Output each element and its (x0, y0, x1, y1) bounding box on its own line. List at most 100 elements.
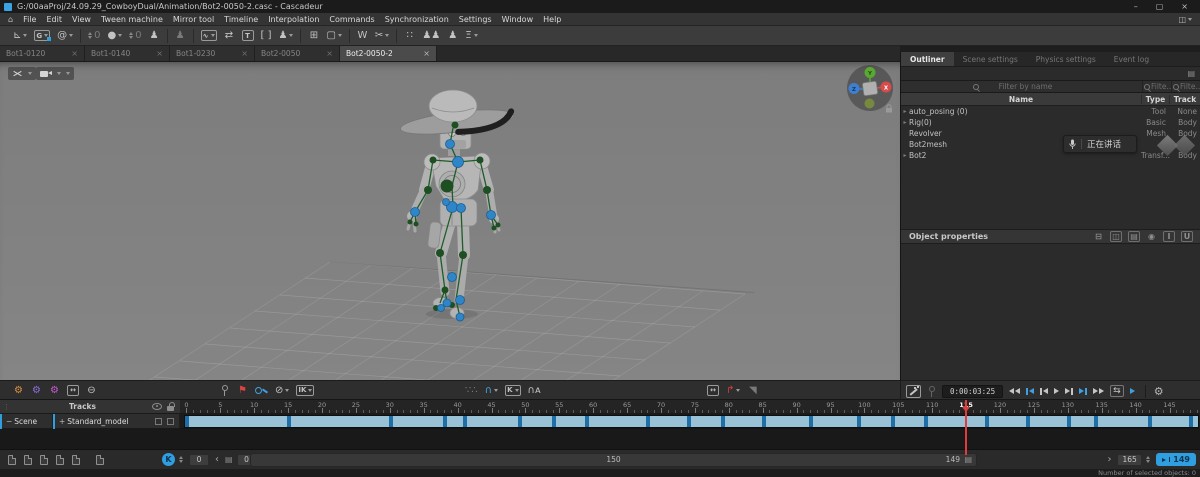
keyframe-marker[interactable] (761, 416, 766, 427)
auto-posing-tool-icon[interactable]: @ (57, 29, 74, 43)
menu-edit[interactable]: Edit (46, 15, 62, 24)
info-mode-icon[interactable]: I (1163, 231, 1175, 242)
close-tab-icon[interactable]: × (423, 49, 430, 58)
column-track[interactable]: Track (1169, 94, 1200, 104)
dropdown-arrow-icon[interactable] (494, 388, 499, 392)
physics-gear-orange-icon[interactable]: ⚙ (13, 383, 24, 397)
menu-settings[interactable]: Settings (459, 15, 492, 24)
keyframe-marker[interactable] (551, 416, 556, 427)
expand-arrow-icon[interactable]: ▸ (901, 152, 909, 159)
previous-frame-button[interactable] (1040, 387, 1049, 395)
pin-keyframe-icon[interactable] (219, 383, 230, 397)
collapse-panel-icon[interactable]: ⊟ (1093, 231, 1104, 242)
keyframe-marker[interactable] (388, 416, 393, 427)
column-type[interactable]: Type (1141, 94, 1169, 104)
document-tab[interactable]: Bot2-0050-2 × (340, 46, 437, 61)
trajectory-path-icon[interactable]: ↱ (726, 383, 741, 397)
character-bust-icon[interactable]: ♟ (149, 29, 160, 43)
menu-mirror-tool[interactable]: Mirror tool (173, 15, 214, 24)
keyframe-k-badge[interactable]: K (162, 453, 175, 466)
cut-tool-button[interactable] (8, 67, 36, 80)
outliner-row[interactable]: ▸ auto_posing (0) Tool None (901, 106, 1200, 117)
close-tab-icon[interactable]: × (326, 49, 333, 58)
next-keyframe-button[interactable] (1079, 387, 1088, 395)
play-from-start-button[interactable] (1129, 388, 1135, 394)
keyframe-marker[interactable] (856, 416, 861, 427)
maximize-button[interactable]: ▢ (1156, 2, 1164, 11)
character-half-icon[interactable]: ♟ (175, 29, 186, 43)
menu-timeline[interactable]: Timeline (224, 15, 258, 24)
document-tab[interactable]: Bot2-0050 × (255, 46, 340, 61)
keyframe-marker[interactable] (585, 416, 590, 427)
dropdown-arrow-icon[interactable] (736, 388, 741, 392)
split-view-icon[interactable]: ◫ (1110, 231, 1122, 242)
timeline-ruler[interactable]: 0 5 10 15 20 25 30 35 40 45 50 55 60 65 70 75 80 85 90 95 10… (180, 400, 1200, 414)
size-stepper[interactable]: 0 (129, 29, 142, 43)
dropdown-arrow-icon[interactable] (285, 388, 290, 392)
track-cell-scene[interactable]: − Scene (0, 413, 53, 429)
two-characters-icon[interactable]: ♟♟ (422, 29, 440, 43)
animation-track-bar[interactable] (184, 415, 1199, 428)
layers-icon[interactable]: ▤ (225, 455, 233, 464)
track-cell-standard-model[interactable]: + Standard_model (53, 413, 180, 429)
dropdown-arrow-icon[interactable] (289, 34, 294, 37)
drag-grip-icon[interactable]: ⋮ (0, 403, 13, 411)
save-track-icon[interactable] (40, 454, 48, 465)
open-track-icon[interactable] (24, 454, 32, 465)
clear-keyframe-icon[interactable]: ⊘ (275, 383, 290, 397)
text-box-icon[interactable]: T (241, 30, 254, 41)
track-visibility-checkbox[interactable] (155, 417, 162, 425)
menu-window[interactable]: Window (502, 15, 534, 24)
remove-interval-icon[interactable]: ⊖ (86, 383, 97, 397)
panel-tab-event-log[interactable]: Event log (1105, 52, 1158, 66)
wire-curves-icon[interactable]: W (357, 29, 368, 43)
dropdown-arrow-icon[interactable] (337, 34, 342, 37)
dropdown-arrow-icon[interactable] (118, 34, 123, 37)
units-mode-icon[interactable]: U (1181, 231, 1193, 242)
point-controller-icon[interactable]: ● (108, 29, 123, 43)
keyframe-marker[interactable] (809, 416, 814, 427)
close-tab-icon[interactable]: × (156, 49, 163, 58)
camera-tool-button[interactable] (36, 67, 74, 80)
loops-field[interactable]: 0 (189, 453, 209, 466)
home-icon[interactable]: ⌂ (8, 15, 13, 24)
playback-settings-gear-icon[interactable]: ⚙ (1144, 384, 1164, 398)
interval-curve-icon[interactable]: ∿ (200, 30, 217, 41)
column-name[interactable]: Name (901, 95, 1141, 104)
frame-range-scrollbar[interactable]: 150 149 ▤ (250, 452, 977, 467)
keyframe-marker[interactable] (1026, 416, 1031, 427)
panel-tab-outliner[interactable]: Outliner (901, 52, 954, 66)
expand-arrow-icon[interactable]: ▸ (901, 119, 909, 126)
keyframe-marker[interactable] (1093, 416, 1098, 427)
interval-box-icon[interactable]: ↔ (707, 384, 719, 396)
dropdown-arrow-icon[interactable] (23, 34, 28, 37)
tracks-lock-icon[interactable] (167, 402, 175, 411)
dropdown-arrow-icon[interactable] (385, 34, 390, 37)
dropdown-arrow-icon[interactable] (210, 34, 215, 37)
dropdown-arrow-icon[interactable] (308, 388, 313, 392)
next-frame-button[interactable] (1065, 387, 1074, 395)
visibility-eye-icon[interactable]: ◉ (1146, 231, 1157, 242)
physics-gear-violet-icon[interactable]: ⚙ (31, 383, 42, 397)
step-back-arrow[interactable]: ‹ (213, 454, 221, 465)
keyframe-marker[interactable] (924, 416, 929, 427)
close-tab-icon[interactable]: × (241, 49, 248, 58)
outliner-row[interactable]: ▸ Bot2 Transf... Body (901, 150, 1200, 161)
keyframe-marker[interactable] (985, 416, 990, 427)
character-pin-icon[interactable]: ♟ (447, 29, 458, 43)
panel-tab-physics-settings[interactable]: Physics settings (1027, 52, 1105, 66)
key-keyframe-icon[interactable] (255, 383, 268, 397)
dropdown-arrow-icon[interactable] (473, 34, 478, 37)
key-mode-icon[interactable]: K (505, 384, 521, 396)
play-button[interactable] (1054, 388, 1060, 394)
cursor-icon[interactable]: ◥ (747, 383, 758, 397)
brackets-icon[interactable]: [ ] (261, 29, 272, 43)
stretch-interval-icon[interactable]: ↔ (67, 384, 79, 396)
expand-arrow-icon[interactable]: ▸ (901, 108, 909, 115)
keyframe-marker[interactable] (287, 416, 292, 427)
ik-mode-icon[interactable]: IK (296, 384, 315, 396)
keyframe-marker[interactable] (1148, 416, 1153, 427)
interpolation-edit-icon[interactable]: ⇄ (224, 29, 235, 43)
tracks-visibility-icon[interactable] (152, 402, 162, 410)
auto-physics-wand-icon[interactable] (906, 384, 921, 398)
